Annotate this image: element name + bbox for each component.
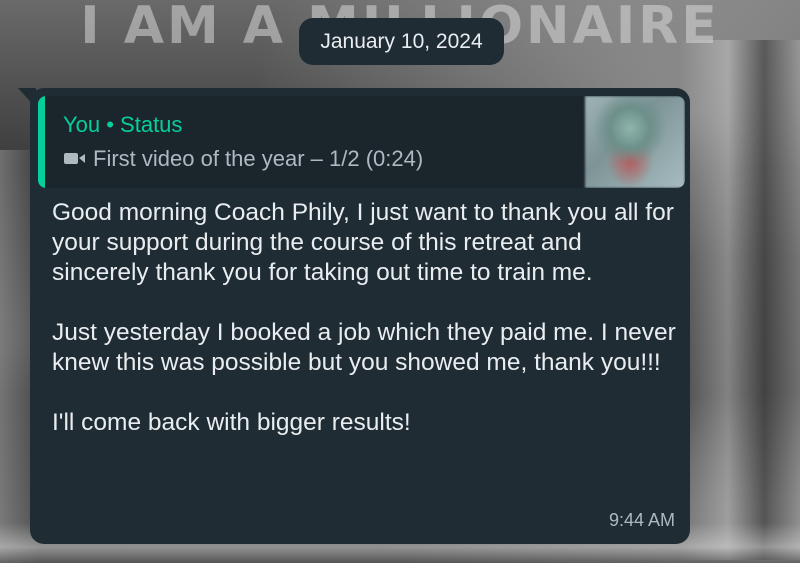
video-camera-icon bbox=[63, 146, 87, 172]
quote-media-label: First video of the year – 1/2 (0:24) bbox=[93, 146, 424, 171]
date-separator: January 10, 2024 bbox=[299, 18, 504, 65]
quoted-status-reply[interactable]: You • Status First video of the year – 1… bbox=[38, 96, 685, 188]
quote-author: You • Status bbox=[63, 112, 183, 137]
message-text: Good morning Coach Phily, I just want to… bbox=[52, 199, 676, 436]
quote-accent-bar bbox=[38, 96, 45, 188]
message-timestamp: 9:44 AM bbox=[608, 510, 675, 530]
status-video-thumbnail[interactable] bbox=[585, 96, 685, 188]
quote-media-line: First video of the year – 1/2 (0:24) bbox=[63, 146, 423, 172]
wallpaper-detail bbox=[680, 40, 800, 560]
